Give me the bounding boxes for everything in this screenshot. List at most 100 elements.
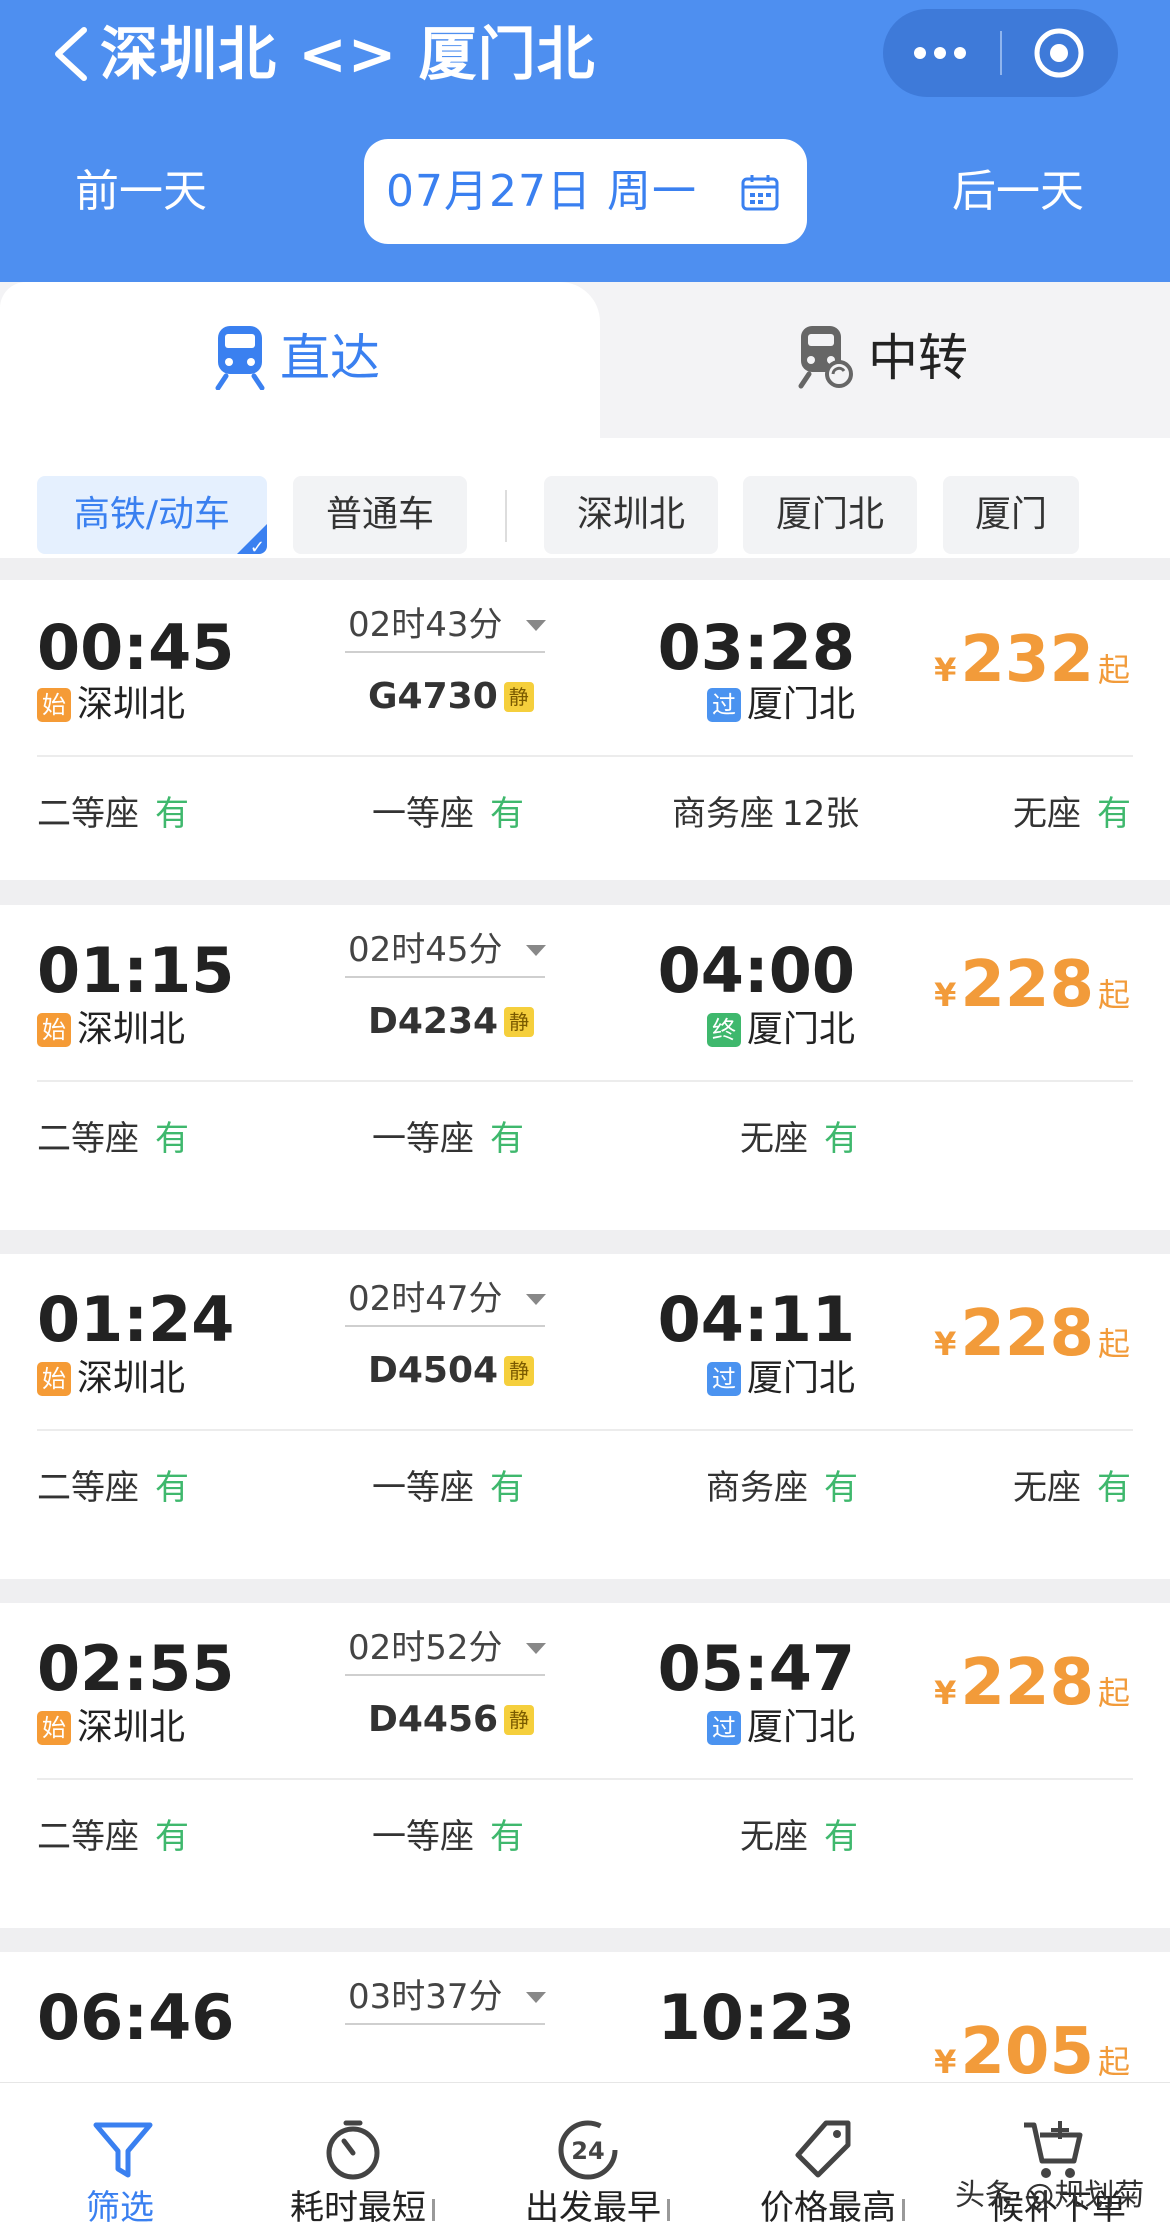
seat-availability: 有 bbox=[490, 794, 524, 834]
nav-label: 筛选 bbox=[86, 2188, 154, 2228]
departure-station-name: 深圳北 bbox=[77, 1009, 186, 1050]
nav-sort-duration[interactable]: 耗时最短 bbox=[280, 2083, 450, 2237]
seat-availability: 有 bbox=[155, 794, 189, 834]
filter-bar: 高铁/动车 ✓ 普通车 深圳北 厦门北 厦门 bbox=[0, 438, 1170, 558]
price: ¥205 起 bbox=[934, 2012, 1130, 2082]
card-divider bbox=[37, 755, 1133, 757]
departure-station-name: 深圳北 bbox=[77, 684, 186, 725]
nav-label: 出发最早 bbox=[525, 2185, 670, 2231]
seat-name: 二等座 bbox=[37, 1119, 139, 1159]
back-arrow-icon[interactable] bbox=[48, 26, 98, 82]
seat-class: 一等座有 bbox=[372, 790, 524, 838]
arrival-station-name: 厦门北 bbox=[746, 1707, 855, 1748]
more-icon[interactable] bbox=[883, 9, 998, 97]
seat-class: 无座有 bbox=[1013, 790, 1131, 838]
nav-sort-departure[interactable]: 24 出发最早 bbox=[515, 2083, 685, 2237]
arrival-station: 过厦门北 bbox=[706, 680, 855, 730]
currency-symbol: ¥ bbox=[934, 2043, 957, 2081]
seat-availability: 有 bbox=[155, 1119, 189, 1159]
tab-direct-label: 直达 bbox=[280, 329, 380, 387]
train-card[interactable]: 01:15 始深圳北 02时45分 D4234 静 04:00 终厦门北 ¥228… bbox=[0, 905, 1170, 1230]
train-card[interactable]: 00:45 始深圳北 02时43分 G4730 静 03:28 过厦门北 ¥232… bbox=[0, 580, 1170, 880]
seat-class: 一等座有 bbox=[372, 1115, 524, 1163]
next-day-button[interactable]: 后一天 bbox=[952, 162, 1084, 222]
seat-availability: 有 bbox=[490, 1817, 524, 1857]
quiet-car-badge: 静 bbox=[504, 1007, 535, 1037]
date-picker[interactable]: 07月27日 周一 bbox=[364, 139, 807, 244]
filter-chip-highspeed[interactable]: 高铁/动车 ✓ bbox=[37, 476, 267, 554]
filter-chip-station[interactable]: 深圳北 bbox=[544, 476, 718, 554]
filter-chip-normal[interactable]: 普通车 bbox=[293, 476, 467, 554]
tab-direct[interactable]: 直达 bbox=[0, 282, 600, 438]
seat-availability: 有 bbox=[490, 1119, 524, 1159]
filter-chip-station[interactable]: 厦门 bbox=[943, 476, 1079, 554]
capsule-divider bbox=[1000, 31, 1002, 75]
transfer-train-icon bbox=[798, 326, 853, 389]
train-number-text: D4504 bbox=[368, 1350, 499, 1391]
seat-name: 商务座 bbox=[706, 1468, 808, 1508]
route-type-tabs: 直达 中转 bbox=[0, 282, 1170, 438]
price: ¥232 起 bbox=[934, 620, 1130, 716]
price-suffix: 起 bbox=[1097, 1674, 1130, 1712]
duration[interactable]: 02时47分 bbox=[348, 1274, 548, 1324]
filter-chip-station[interactable]: 厦门北 bbox=[743, 476, 917, 554]
departure-station: 始深圳北 bbox=[37, 1703, 185, 1753]
pass-badge: 过 bbox=[706, 688, 741, 722]
arrival-time: 10:23 bbox=[657, 1981, 855, 2054]
nav-sort-price[interactable]: 价格最高 bbox=[750, 2083, 920, 2237]
arrival-station-name: 厦门北 bbox=[746, 1358, 855, 1399]
origin-badge: 始 bbox=[37, 1711, 71, 1745]
duration[interactable]: 02时43分 bbox=[348, 600, 548, 650]
prev-day-button[interactable]: 前一天 bbox=[75, 162, 207, 222]
departure-time: 01:15 bbox=[37, 934, 235, 1007]
arrival-station: 过厦门北 bbox=[706, 1703, 855, 1753]
nav-label-text: 出发最早 bbox=[525, 2188, 661, 2228]
departure-time: 00:45 bbox=[37, 611, 235, 684]
price-tag-icon bbox=[795, 2120, 851, 2178]
train-card[interactable]: 01:24 始深圳北 02时47分 D4504 静 04:11 过厦门北 ¥228… bbox=[0, 1254, 1170, 1579]
filter-chip-label: 普通车 bbox=[325, 494, 434, 535]
seat-availability: 有 bbox=[824, 1119, 858, 1159]
train-card[interactable]: 06:46 03时37分 10:23 ¥205 起 bbox=[0, 1952, 1170, 2082]
duration[interactable]: 02时52分 bbox=[348, 1623, 548, 1673]
card-divider bbox=[37, 1778, 1133, 1780]
arrival-time: 03:28 bbox=[657, 611, 855, 684]
seat-class: 无座有 bbox=[740, 1813, 858, 1861]
quiet-car-badge: 静 bbox=[504, 1356, 535, 1386]
train-card[interactable]: 02:55 始深圳北 02时52分 D4456 静 05:47 过厦门北 ¥228… bbox=[0, 1603, 1170, 1928]
price-value: 228 bbox=[960, 1297, 1094, 1371]
seat-name: 一等座 bbox=[372, 794, 474, 834]
nav-label: 耗时最短 bbox=[290, 2185, 435, 2231]
timer-icon bbox=[326, 2120, 380, 2180]
duration-line bbox=[345, 651, 545, 653]
departure-station-name: 深圳北 bbox=[77, 1707, 186, 1748]
duration[interactable]: 02时45分 bbox=[348, 925, 548, 975]
arrival-station-name: 厦门北 bbox=[746, 684, 855, 725]
seat-class: 二等座有 bbox=[37, 1813, 189, 1861]
seat-name: 一等座 bbox=[372, 1817, 474, 1857]
nav-filter[interactable]: 筛选 bbox=[70, 2083, 190, 2237]
seat-availability: 有 bbox=[155, 1468, 189, 1508]
origin-badge: 始 bbox=[37, 688, 71, 722]
price-suffix: 起 bbox=[1097, 2043, 1130, 2081]
route-title: 深圳北 <> 厦门北 bbox=[100, 20, 596, 88]
seat-name: 无座 bbox=[740, 1119, 808, 1159]
seat-class: 一等座有 bbox=[372, 1813, 524, 1861]
close-miniprogram-icon[interactable] bbox=[1003, 9, 1118, 97]
seat-availability: 有 bbox=[1097, 1468, 1131, 1508]
price-suffix: 起 bbox=[1097, 1325, 1130, 1363]
currency-symbol: ¥ bbox=[934, 1325, 957, 1363]
tab-transfer[interactable]: 中转 bbox=[600, 282, 1170, 438]
quiet-car-badge: 静 bbox=[504, 1705, 535, 1735]
seat-class: 无座有 bbox=[1013, 1464, 1131, 1512]
seat-class: 二等座有 bbox=[37, 1464, 189, 1512]
card-divider bbox=[37, 1429, 1133, 1431]
duration-text: 02时43分 bbox=[348, 605, 503, 645]
origin-badge: 始 bbox=[37, 1362, 71, 1396]
filter-icon bbox=[93, 2122, 153, 2178]
expand-triangle-icon bbox=[526, 1643, 546, 1654]
duration[interactable]: 03时37分 bbox=[348, 1972, 548, 2022]
filter-chip-label: 厦门北 bbox=[775, 494, 884, 535]
header-bar: 深圳北 <> 厦门北 前一天 07月27日 周一 后一天 bbox=[0, 0, 1170, 300]
train-number-text: D4234 bbox=[368, 1001, 499, 1042]
